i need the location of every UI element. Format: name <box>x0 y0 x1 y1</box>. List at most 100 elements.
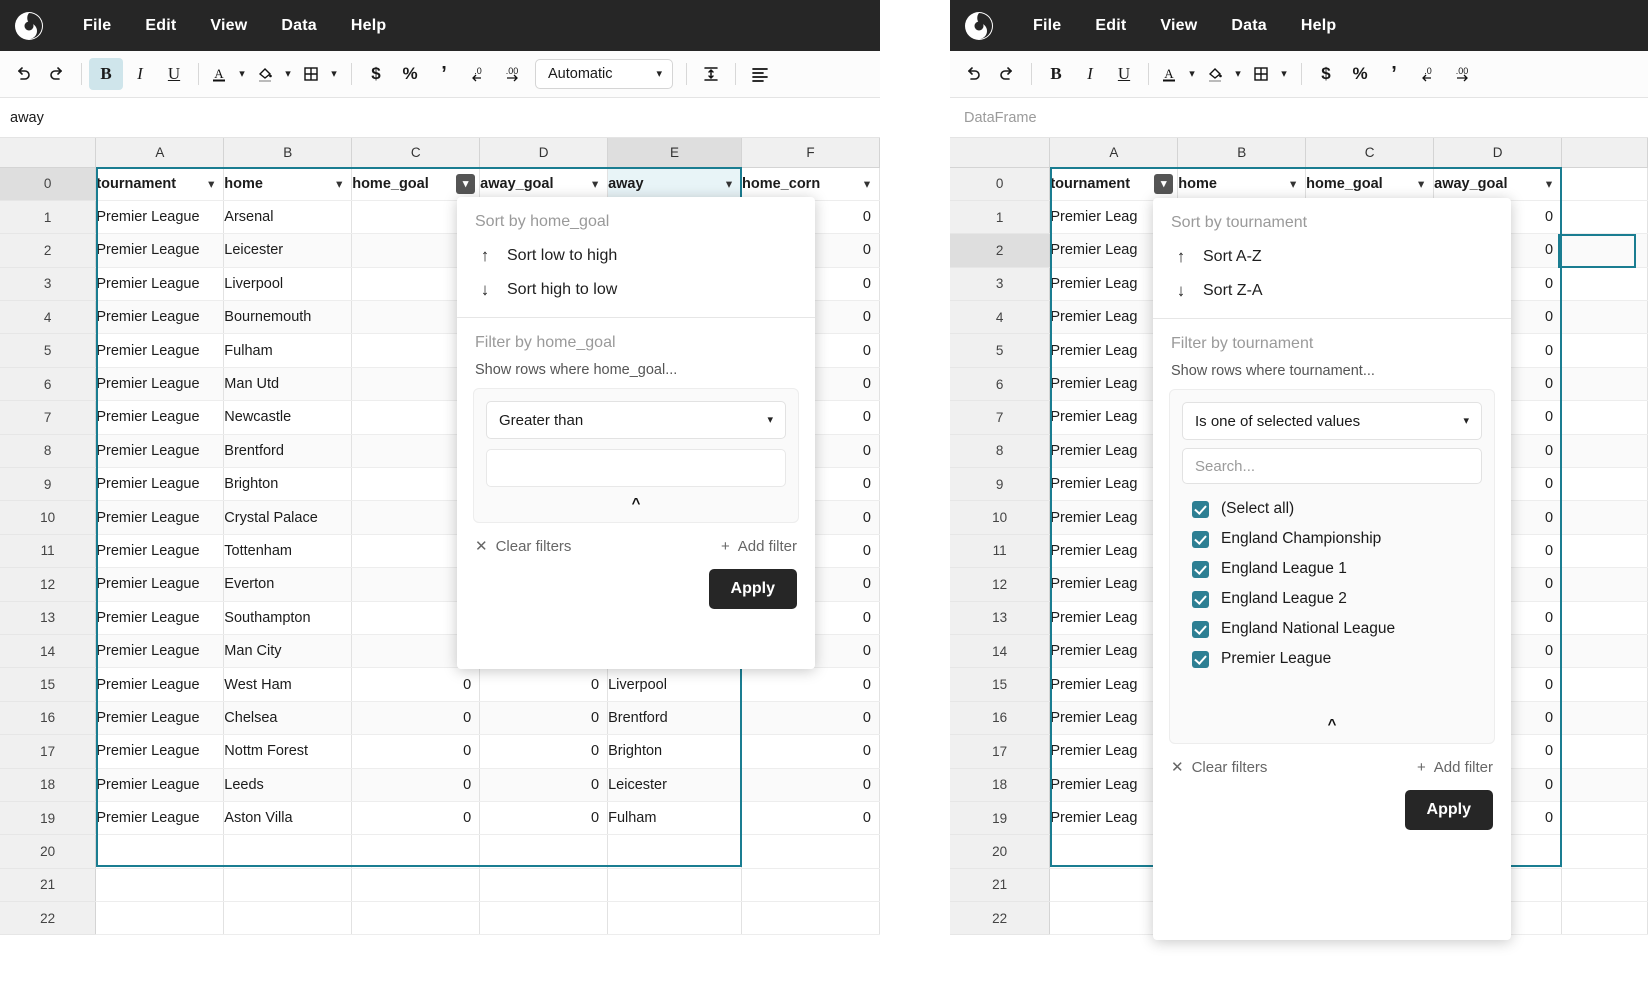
increase-decimal-button[interactable]: .00 <box>495 58 529 90</box>
table-row[interactable]: 17Premier LeagueNottm Forest00Brighton0 <box>0 735 880 768</box>
cell-tournament[interactable]: Premier League <box>96 200 224 233</box>
field-header-home[interactable]: home ▾ <box>224 167 352 200</box>
cell-overflow[interactable] <box>1562 801 1648 834</box>
text-color-chevron-down-icon[interactable]: ▾ <box>232 58 252 90</box>
undo-icon[interactable] <box>6 58 40 90</box>
cell-tournament[interactable]: Premier League <box>96 501 224 534</box>
cell-empty[interactable] <box>352 902 480 935</box>
filter-option-2[interactable]: England League 1 <box>1192 554 1480 584</box>
cell-empty[interactable] <box>480 835 608 868</box>
add-filter-button[interactable]: + Add filter <box>721 538 797 555</box>
row-header[interactable]: 4 <box>0 301 96 334</box>
field-header-tournament[interactable]: tournament ▾ <box>1050 167 1178 200</box>
cell-overflow[interactable] <box>1562 200 1648 233</box>
cell-home[interactable]: Southampton <box>224 601 352 634</box>
row-header[interactable]: 15 <box>950 668 1050 701</box>
table-row[interactable]: 15Premier LeagueWest Ham00Liverpool0 <box>0 668 880 701</box>
row-header-0[interactable]: 0 <box>950 167 1050 200</box>
checkbox-checked-icon[interactable] <box>1192 561 1209 578</box>
cell-away-goal[interactable]: 0 <box>480 768 608 801</box>
cell-empty[interactable] <box>742 868 880 901</box>
filter-option-4[interactable]: England National League <box>1192 614 1480 644</box>
grid-corner[interactable] <box>0 138 96 167</box>
cell-home-corner[interactable]: 0 <box>742 768 880 801</box>
cell-home-corner[interactable]: 0 <box>742 735 880 768</box>
cell-empty[interactable] <box>1562 835 1648 868</box>
row-header[interactable]: 10 <box>0 501 96 534</box>
sort-high-to-low-item[interactable]: ↓ Sort high to low <box>457 273 815 307</box>
row-header-0[interactable]: 0 <box>0 167 96 200</box>
field-header-home-goal[interactable]: home_goal ▾ <box>352 167 480 200</box>
cell-home-corner[interactable]: 0 <box>742 701 880 734</box>
cell-empty[interactable] <box>608 835 742 868</box>
cell-empty[interactable] <box>224 902 352 935</box>
row-header[interactable]: 17 <box>0 735 96 768</box>
sort-a-z-item[interactable]: ↑ Sort A-Z <box>1153 240 1511 274</box>
cell-away[interactable]: Brentford <box>608 701 742 734</box>
cell-overflow[interactable] <box>1562 501 1648 534</box>
cell-tournament[interactable]: Premier League <box>96 768 224 801</box>
cell-home-goal[interactable]: 0 <box>352 668 480 701</box>
table-row[interactable]: 19Premier LeagueAston Villa00Fulham0 <box>0 801 880 834</box>
menu-edit[interactable]: Edit <box>128 13 193 39</box>
fill-color-chevron-down-icon[interactable]: ▾ <box>278 58 298 90</box>
chevron-down-icon[interactable]: ▾ <box>203 177 219 190</box>
align-left-icon[interactable] <box>743 58 777 90</box>
row-header[interactable]: 11 <box>0 534 96 567</box>
row-header[interactable]: 9 <box>0 468 96 501</box>
cell-home-corner[interactable]: 0 <box>742 668 880 701</box>
apply-button[interactable]: Apply <box>1405 790 1493 830</box>
grid-corner[interactable] <box>950 138 1050 167</box>
menu-view[interactable]: View <box>193 13 264 39</box>
table-row[interactable]: 18Premier LeagueLeeds00Leicester0 <box>0 768 880 801</box>
row-header[interactable]: 21 <box>0 868 96 901</box>
column-header-b[interactable]: B <box>1178 138 1306 167</box>
right-formula-bar[interactable]: DataFrame <box>950 98 1648 138</box>
currency-format-button[interactable]: $ <box>359 58 393 90</box>
cell-overflow[interactable] <box>1562 701 1648 734</box>
cell-home[interactable]: Arsenal <box>224 200 352 233</box>
cell-tournament[interactable]: Premier League <box>96 334 224 367</box>
clear-filters-button[interactable]: ✕ Clear filters <box>475 537 571 555</box>
filter-option-3[interactable]: England League 2 <box>1192 584 1480 614</box>
undo-icon[interactable] <box>956 58 990 90</box>
cell-home[interactable]: Bournemouth <box>224 301 352 334</box>
cell-home[interactable]: Leeds <box>224 768 352 801</box>
cell-empty[interactable] <box>224 868 352 901</box>
cell-home[interactable]: West Ham <box>224 668 352 701</box>
row-header[interactable]: 22 <box>0 902 96 935</box>
cell-empty[interactable] <box>96 902 224 935</box>
cell-tournament[interactable]: Premier League <box>96 735 224 768</box>
borders-icon[interactable] <box>1248 58 1274 90</box>
cell-overflow[interactable] <box>1562 668 1648 701</box>
cell-overflow[interactable] <box>1562 367 1648 400</box>
row-header[interactable]: 7 <box>0 401 96 434</box>
field-header-away-goal[interactable]: away_goal ▾ <box>1434 167 1562 200</box>
cell-tournament[interactable]: Premier League <box>96 367 224 400</box>
field-header-away-goal[interactable]: away_goal ▾ <box>480 167 608 200</box>
cell-home[interactable]: Aston Villa <box>224 801 352 834</box>
cell-home[interactable]: Tottenham <box>224 534 352 567</box>
column-header-d[interactable]: D <box>1434 138 1562 167</box>
cell-tournament[interactable]: Premier League <box>96 534 224 567</box>
fill-color-icon[interactable] <box>252 58 278 90</box>
cell-away-goal[interactable]: 0 <box>480 701 608 734</box>
chevron-down-icon[interactable]: ▾ <box>587 177 603 190</box>
comma-format-button[interactable]: ’ <box>427 58 461 90</box>
chevron-down-icon[interactable]: ▾ <box>721 177 737 190</box>
filter-option-0[interactable]: (Select all) <box>1192 494 1480 524</box>
checkbox-checked-icon[interactable] <box>1192 591 1209 608</box>
text-color-icon[interactable]: A <box>206 58 232 90</box>
row-header[interactable]: 4 <box>950 301 1050 334</box>
cell-away[interactable]: Liverpool <box>608 668 742 701</box>
filter-value-input[interactable] <box>486 449 786 487</box>
cell-home[interactable]: Chelsea <box>224 701 352 734</box>
borders-chevron-down-icon[interactable]: ▾ <box>1274 58 1294 90</box>
row-header[interactable]: 2 <box>0 234 96 267</box>
cell-tournament[interactable]: Premier League <box>96 568 224 601</box>
menu-help[interactable]: Help <box>334 13 403 39</box>
row-header[interactable]: 1 <box>950 200 1050 233</box>
row-header[interactable]: 12 <box>0 568 96 601</box>
column-header-overflow[interactable] <box>1562 138 1648 167</box>
collapse-chevron-up-icon[interactable]: ^ <box>486 487 786 516</box>
